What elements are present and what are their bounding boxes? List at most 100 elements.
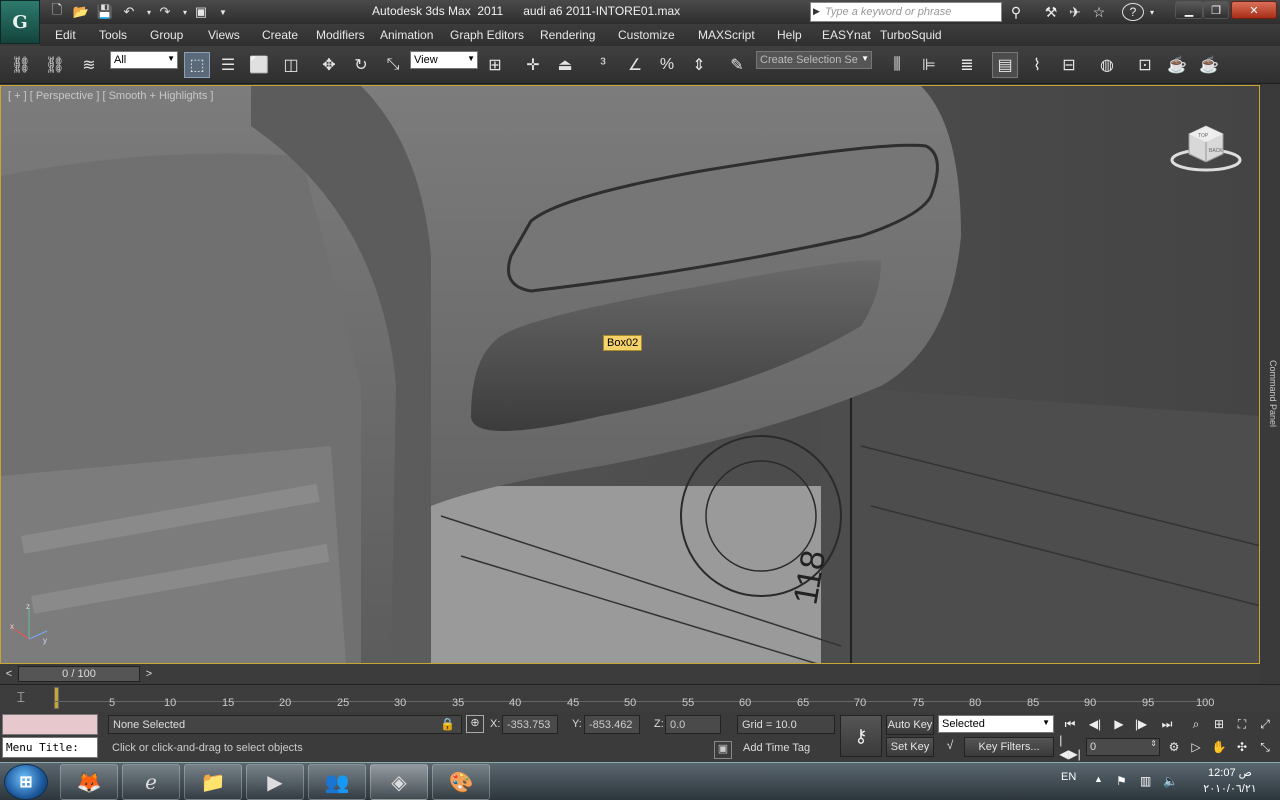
play-icon[interactable]: ▶ bbox=[1109, 714, 1129, 734]
orbit-icon[interactable]: ✣ bbox=[1232, 737, 1252, 757]
select-by-name-icon[interactable]: ☰ bbox=[215, 52, 241, 78]
time-configuration-icon[interactable]: ⚙ bbox=[1164, 737, 1184, 757]
favorites-icon[interactable]: ☆ bbox=[1088, 2, 1110, 22]
curve-editor-icon[interactable]: ⌇ bbox=[1024, 52, 1050, 78]
time-slider[interactable]: < 0 / 100 > bbox=[0, 665, 1260, 683]
action-center-icon[interactable]: ⚑ bbox=[1116, 774, 1127, 788]
named-selection-sets-dropdown[interactable]: Create Selection Se ▼ bbox=[756, 51, 872, 69]
x-coordinate-field[interactable]: -353.753 bbox=[502, 715, 558, 734]
menu-easynat[interactable]: EASYnat bbox=[822, 28, 871, 42]
maximize-viewport-icon[interactable]: ⤡ bbox=[1255, 737, 1275, 757]
keyboard-shortcut-override-icon[interactable]: ⏏ bbox=[552, 52, 578, 78]
spinner-icon[interactable]: ⇕ bbox=[1150, 739, 1157, 748]
command-panel-label[interactable]: Command Panel bbox=[1262, 360, 1278, 427]
select-and-link-icon[interactable]: ⛓ bbox=[8, 52, 34, 78]
use-pivot-center-icon[interactable]: ⊞ bbox=[482, 52, 508, 78]
select-and-rotate-icon[interactable]: ↻ bbox=[348, 52, 374, 78]
unlink-icon[interactable]: ⛓ bbox=[42, 52, 68, 78]
menu-create[interactable]: Create bbox=[262, 28, 298, 42]
bind-space-warp-icon[interactable]: ≋ bbox=[76, 52, 102, 78]
selection-filter-dropdown[interactable]: All ▼ bbox=[110, 51, 178, 69]
selection-lock-icon[interactable]: 🔒 bbox=[440, 717, 455, 731]
spinner-snap-icon[interactable]: ⇕ bbox=[686, 52, 712, 78]
percent-snap-icon[interactable]: % bbox=[654, 52, 680, 78]
schematic-view-icon[interactable]: ⊟ bbox=[1056, 52, 1082, 78]
system-clock[interactable]: 12:07 ص ٢٠١٠/٠٦/٢١ bbox=[1190, 765, 1270, 797]
set-key-icon[interactable]: ⚷ bbox=[840, 715, 882, 757]
menu-maxscript[interactable]: MAXScript bbox=[698, 28, 755, 42]
rendered-frame-window-icon[interactable]: ☕ bbox=[1164, 52, 1190, 78]
reference-coordinate-dropdown[interactable]: View ▼ bbox=[410, 51, 478, 69]
track-bar[interactable]: ⌶ 5 10 15 20 25 30 35 40 45 50 55 60 65 … bbox=[0, 684, 1280, 712]
redo-icon[interactable]: ↷ bbox=[156, 3, 174, 21]
time-slider-thumb[interactable]: 0 / 100 bbox=[18, 666, 140, 682]
z-coordinate-field[interactable]: 0.0 bbox=[665, 715, 721, 734]
render-production-icon[interactable]: ☕ bbox=[1196, 52, 1222, 78]
time-slider-next[interactable]: > bbox=[142, 666, 156, 682]
previous-frame-icon[interactable]: ◀| bbox=[1085, 714, 1105, 734]
select-and-move-icon[interactable]: ✥ bbox=[316, 52, 342, 78]
binoculars-icon[interactable]: ⚲ bbox=[1005, 2, 1027, 22]
volume-icon[interactable]: 🔈 bbox=[1163, 774, 1178, 788]
select-and-manipulate-icon[interactable]: ✛ bbox=[520, 52, 546, 78]
viewcube-icon[interactable]: TOP BACK bbox=[1169, 124, 1243, 174]
network-icon[interactable]: ▥ bbox=[1140, 774, 1151, 788]
internet-explorer-taskbar-icon[interactable]: ℯ bbox=[122, 764, 180, 800]
communication-center-icon[interactable]: ✈ bbox=[1064, 2, 1086, 22]
next-frame-icon[interactable]: |▶ bbox=[1131, 714, 1151, 734]
firefox-taskbar-icon[interactable]: 🦊 bbox=[60, 764, 118, 800]
angle-snap-icon[interactable]: ∠ bbox=[622, 52, 648, 78]
help-icon[interactable]: ? bbox=[1122, 3, 1144, 21]
viewport-label[interactable]: [ + ] [ Perspective ] [ Smooth + Highlig… bbox=[8, 90, 213, 102]
menu-graph-editors[interactable]: Graph Editors bbox=[450, 28, 524, 42]
render-setup-icon[interactable]: ⊡ bbox=[1132, 52, 1158, 78]
field-of-view-icon[interactable]: ▷ bbox=[1186, 737, 1206, 757]
time-slider-prev[interactable]: < bbox=[2, 666, 16, 682]
menu-modifiers[interactable]: Modifiers bbox=[316, 28, 365, 42]
snaps-toggle-icon[interactable]: ³ bbox=[590, 52, 616, 78]
search-expand-icon[interactable]: ▶ bbox=[813, 6, 820, 17]
menu-views[interactable]: Views bbox=[208, 28, 240, 42]
3ds-max-taskbar-icon[interactable]: ◈ bbox=[370, 764, 428, 800]
media-player-taskbar-icon[interactable]: ▶ bbox=[246, 764, 304, 800]
go-to-start-icon[interactable]: ⏮ bbox=[1060, 714, 1080, 734]
time-tag-icon[interactable]: ▣ bbox=[714, 741, 732, 759]
absolute-mode-icon[interactable]: ⊕ bbox=[466, 715, 484, 733]
explorer-taskbar-icon[interactable]: 📁 bbox=[184, 764, 242, 800]
open-file-icon[interactable]: 📂 bbox=[72, 3, 90, 21]
select-object-icon[interactable]: ⬚ bbox=[184, 52, 210, 78]
key-mode-toggle-icon[interactable]: |◀▶| bbox=[1059, 733, 1081, 761]
maximize-button[interactable]: ❐ bbox=[1203, 1, 1229, 19]
add-time-tag[interactable]: Add Time Tag bbox=[737, 739, 835, 758]
edit-named-selection-icon[interactable]: ✎ bbox=[724, 52, 750, 78]
open-mini-curve-editor-icon[interactable]: ⌶ bbox=[10, 689, 32, 707]
tray-expand-icon[interactable]: ▲ bbox=[1094, 774, 1103, 784]
messenger-taskbar-icon[interactable]: 👥 bbox=[308, 764, 366, 800]
close-button[interactable]: ✕ bbox=[1231, 1, 1277, 19]
menu-turbosquid[interactable]: TurboSquid bbox=[880, 28, 942, 42]
zoom-extents-all-icon[interactable]: ⤢ bbox=[1255, 714, 1275, 734]
menu-animation[interactable]: Animation bbox=[380, 28, 433, 42]
layer-manager-icon[interactable]: ≣ bbox=[954, 52, 980, 78]
maxscript-menu-title[interactable]: Menu Title: bbox=[2, 737, 98, 758]
window-crossing-icon[interactable]: ◫ bbox=[278, 52, 304, 78]
menu-tools[interactable]: Tools bbox=[99, 28, 127, 42]
minimize-button[interactable]: ▁ bbox=[1175, 1, 1203, 19]
subscription-icon[interactable]: ⚒ bbox=[1040, 2, 1062, 22]
mirror-icon[interactable]: ⫼ bbox=[884, 52, 910, 78]
zoom-icon[interactable]: ⌕ bbox=[1186, 714, 1206, 734]
language-indicator[interactable]: EN bbox=[1061, 771, 1076, 783]
key-mode-dropdown[interactable]: Selected ▼ bbox=[938, 715, 1054, 733]
align-icon[interactable]: ⊫ bbox=[916, 52, 942, 78]
pan-view-icon[interactable]: ✋ bbox=[1209, 737, 1229, 757]
default-tangents-icon[interactable]: √ bbox=[940, 738, 960, 756]
menu-customize[interactable]: Customize bbox=[618, 28, 675, 42]
menu-group[interactable]: Group bbox=[150, 28, 183, 42]
material-editor-icon[interactable]: ◍ bbox=[1094, 52, 1120, 78]
current-frame-field[interactable]: 0 ⇕ bbox=[1086, 738, 1160, 756]
maxscript-listener-field[interactable] bbox=[2, 714, 98, 735]
auto-key-button[interactable]: Auto Key bbox=[886, 715, 934, 735]
zoom-all-icon[interactable]: ⊞ bbox=[1209, 714, 1229, 734]
help-dropdown-icon[interactable]: ▾ bbox=[1146, 2, 1158, 22]
new-file-icon[interactable]: 🗋 bbox=[48, 2, 66, 21]
